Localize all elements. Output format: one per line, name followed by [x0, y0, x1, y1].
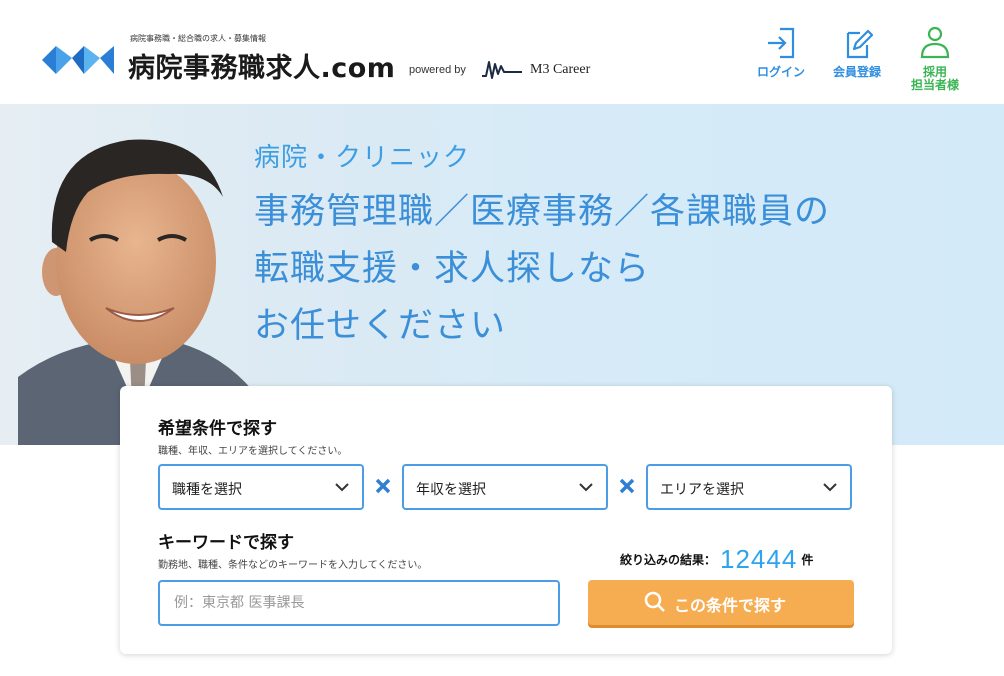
result-count: 12444	[720, 544, 798, 574]
salary-value: 年収を選択	[416, 482, 486, 498]
result-count-display: 絞り込みの結果： 12444 件	[620, 544, 813, 575]
chevron-down-icon	[335, 483, 349, 492]
keyword-desc: 勤務地、職種、条件などのキーワードを入力してください。	[158, 560, 428, 571]
chevron-down-icon	[823, 483, 837, 492]
hero-headline-line2: 転職支援・求人探しなら	[254, 249, 651, 289]
times-icon	[375, 478, 391, 494]
employer-label-line2: 担当者様	[910, 78, 959, 92]
edit-form-icon	[846, 29, 874, 59]
salary-select[interactable]: 年収を選択	[402, 464, 608, 510]
area-value: エリアを選択	[660, 482, 744, 498]
site-tagline: 病院事務職・総合職の求人・募集情報	[130, 34, 266, 43]
search-button-label: この条件で探す	[674, 596, 787, 615]
result-label: 絞り込みの結果：	[620, 553, 717, 567]
keyword-field[interactable]	[158, 580, 560, 626]
person-icon	[920, 26, 950, 59]
area-select[interactable]: エリアを選択	[646, 464, 852, 510]
site-name[interactable]: 病院事務職求人.com	[128, 46, 395, 85]
search-icon	[644, 591, 665, 612]
conditions-desc: 職種、年収、エリアを選択してください。	[158, 446, 348, 457]
m3-wave-logo-icon	[482, 61, 522, 79]
login-label: ログイン	[756, 65, 805, 79]
site-header: 病院事務職・総合職の求人・募集情報 病院事務職求人.com powered by…	[0, 0, 1004, 104]
result-unit: 件	[801, 553, 814, 567]
hero-subtitle: 病院・クリニック	[254, 143, 471, 173]
partner-name: M3 Career	[530, 62, 591, 77]
login-button[interactable]: ログイン	[746, 26, 816, 79]
keyword-input[interactable]	[160, 582, 558, 624]
powered-by-text: powered by	[409, 64, 466, 76]
hero-headline-line1: 事務管理職／医療事務／各課職員の	[254, 192, 831, 232]
chevron-down-icon	[579, 483, 593, 492]
register-label: 会員登録	[832, 65, 881, 79]
employer-button[interactable]: 採用 担当者様	[900, 26, 970, 92]
job-type-value: 職種を選択	[172, 482, 242, 498]
login-icon	[768, 27, 795, 59]
keyword-title: キーワードで探す	[158, 533, 294, 553]
search-submit-button[interactable]: この条件で探す	[588, 580, 854, 625]
job-type-select[interactable]: 職種を選択	[158, 464, 364, 510]
conditions-title: 希望条件で探す	[158, 419, 277, 439]
times-icon	[619, 478, 635, 494]
hero-headline-line3: お任せください	[254, 306, 507, 346]
site-logo-icon[interactable]	[42, 36, 114, 80]
register-button[interactable]: 会員登録	[822, 26, 892, 79]
